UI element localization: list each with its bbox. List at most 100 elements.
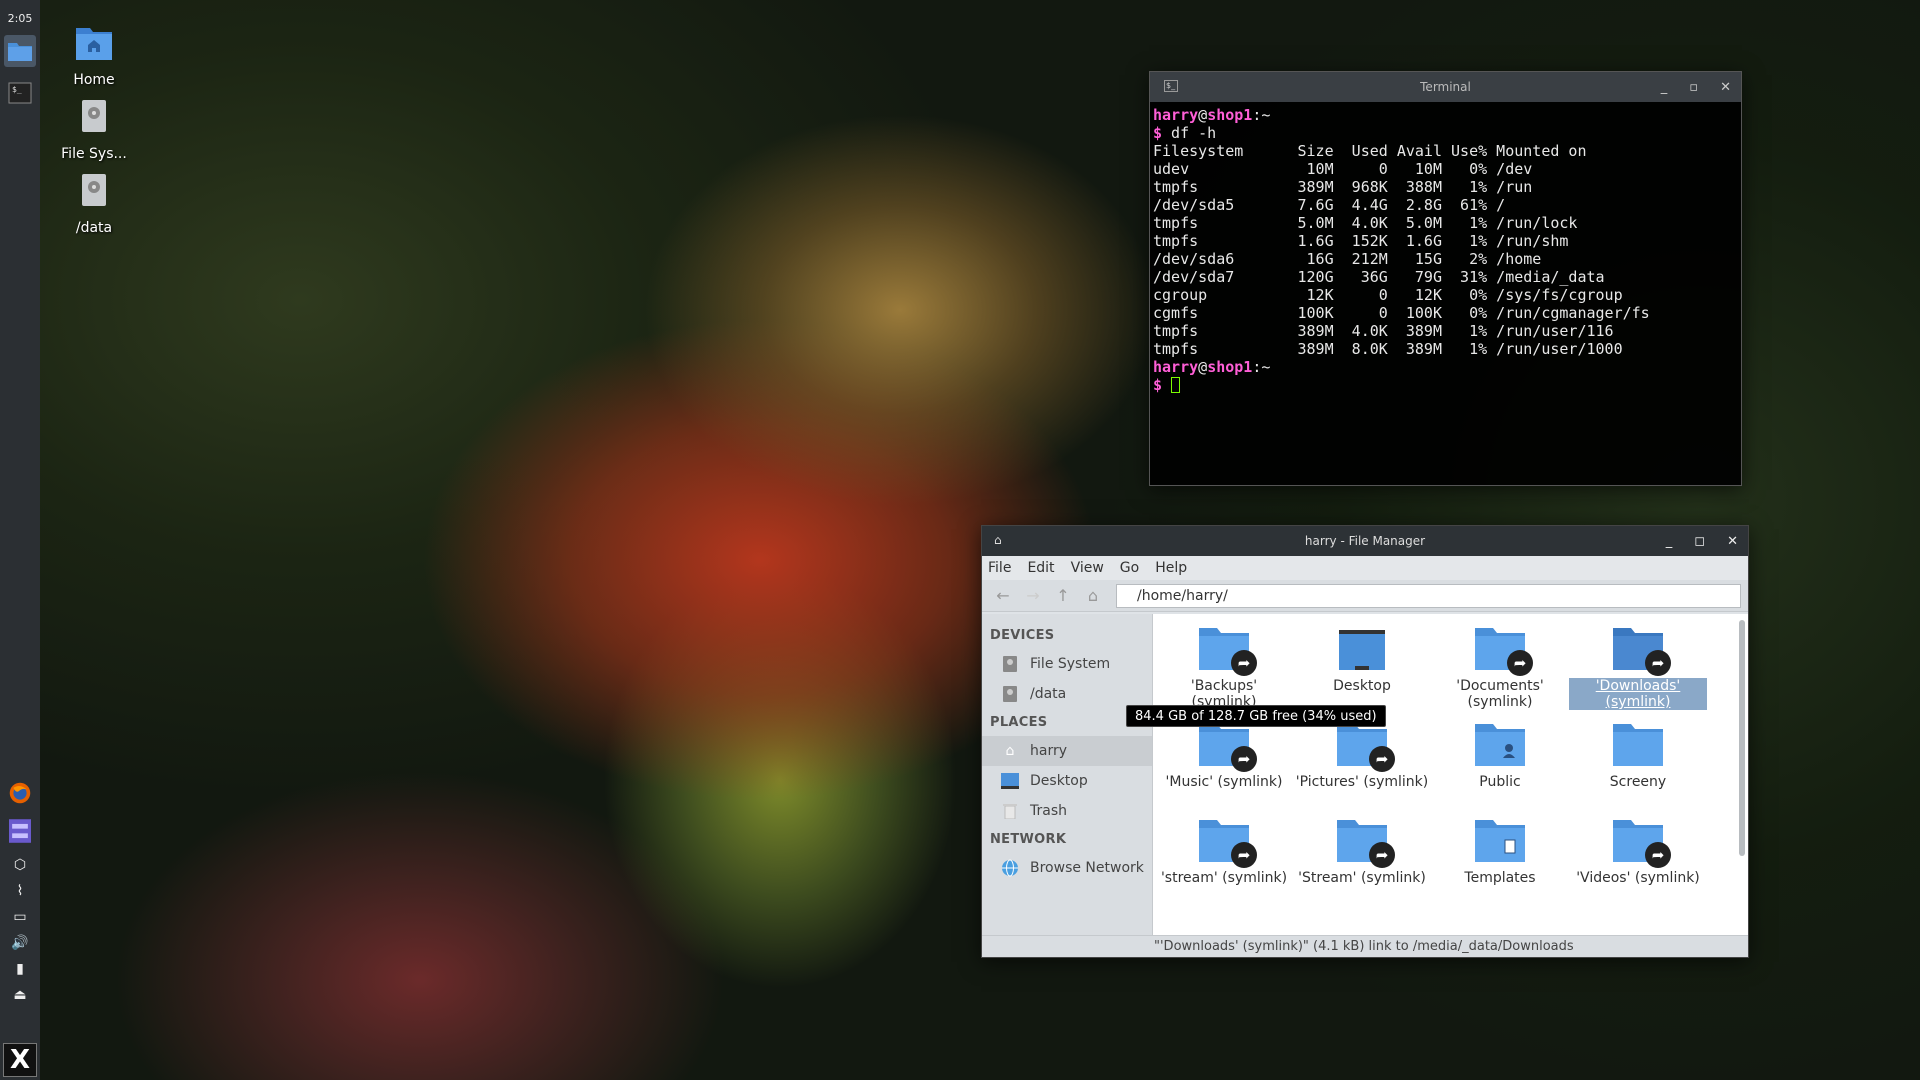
volume-icon[interactable]: 🔊 (9, 932, 31, 954)
file-item-label: Screeny (1609, 774, 1667, 790)
x-logo-icon: X (9, 1045, 31, 1075)
taskbar-terminal-button[interactable]: $_ (4, 77, 36, 109)
prompt-host: shop1 (1207, 358, 1253, 376)
minimize-icon[interactable]: _ (1661, 80, 1668, 95)
forward-button[interactable]: → (1018, 582, 1048, 610)
symlink-arrow-icon: ➦ (1507, 650, 1533, 676)
file-item[interactable]: Templates (1431, 816, 1569, 912)
file-item-label: Desktop (1333, 678, 1391, 694)
folder-icon (1339, 630, 1385, 670)
file-item[interactable]: ➦ 'Stream' (symlink) (1293, 816, 1431, 912)
output-row: tmpfs 5.0M 4.0K 5.0M 1% /run/lock (1153, 214, 1578, 232)
file-item[interactable]: ➦ 'Videos' (symlink) (1569, 816, 1707, 912)
up-button[interactable]: ↑ (1048, 582, 1078, 610)
back-button[interactable]: ← (988, 582, 1018, 610)
output-row: /dev/sda7 120G 36G 79G 31% /media/_data (1153, 268, 1605, 286)
maximize-icon[interactable]: ▫ (1689, 80, 1698, 95)
desktop-icon (1000, 771, 1020, 791)
file-view[interactable]: ➦ 'Backups' (symlink) Desktop ➦ 'Documents' … (1153, 614, 1748, 935)
firefox-icon[interactable] (9, 782, 31, 804)
terminal-icon: $_ (1164, 80, 1178, 92)
file-manager-titlebar[interactable]: ⌂ harry - File Manager _ ◻ ✕ (982, 526, 1748, 556)
sidebar-item-desktop[interactable]: Desktop (982, 766, 1152, 796)
sidebar-item-harry[interactable]: ⌂ harry (982, 736, 1152, 766)
sidebar-item-label: Trash (1030, 803, 1067, 819)
file-item[interactable]: Public (1431, 720, 1569, 816)
output-header: Filesystem Size Used Avail Use% Mounted … (1153, 142, 1587, 160)
menu-file[interactable]: File (988, 560, 1011, 576)
output-row: /dev/sda5 7.6G 4.4G 2.8G 61% / (1153, 196, 1506, 214)
desktop-icon-data[interactable]: /data (40, 172, 148, 236)
output-row: cgmfs 100K 0 100K 0% /run/cgmanager/fs (1153, 304, 1650, 322)
close-icon[interactable]: ✕ (1720, 80, 1731, 95)
home-icon: ⌂ (1005, 743, 1015, 759)
file-item-label: 'Stream' (symlink) (1298, 870, 1426, 886)
window-icon[interactable]: ▭ (9, 906, 31, 928)
prompt-user: harry (1153, 358, 1199, 376)
desktop-icon-home[interactable]: Home (40, 24, 148, 88)
file-item[interactable]: ➦ 'stream' (symlink) (1155, 816, 1293, 912)
prompt-dollar: $ (1153, 124, 1163, 142)
menu-go[interactable]: Go (1120, 560, 1139, 576)
scrollbar[interactable] (1739, 620, 1745, 856)
home-button[interactable]: ⌂ (1078, 582, 1108, 610)
file-item[interactable]: ➦ 'Pictures' (symlink) (1293, 720, 1431, 816)
folder-icon (8, 43, 32, 61)
window-title: harry - File Manager (1304, 534, 1426, 548)
sidebar-item-file-system[interactable]: File System (982, 649, 1152, 679)
menu-help[interactable]: Help (1155, 560, 1187, 576)
eject-icon[interactable]: ⏏ (9, 984, 31, 1006)
menu-edit[interactable]: Edit (1027, 560, 1054, 576)
file-item-label: Templates (1464, 870, 1536, 886)
file-item[interactable]: ➦ 'Downloads' (symlink) (1569, 624, 1707, 720)
folder-icon (1475, 820, 1525, 862)
location-bar[interactable]: /home/harry/ (1116, 583, 1741, 608)
drive-icon (82, 100, 106, 132)
drive-icon (1000, 684, 1020, 704)
home-icon: ⌂ (994, 533, 1002, 547)
sidebar-item-trash[interactable]: Trash (982, 796, 1152, 826)
window-title: Terminal (1420, 80, 1471, 94)
text-cursor (1171, 377, 1181, 393)
folder-icon (1613, 724, 1663, 766)
desktop-icon-label: /data (75, 220, 113, 236)
minimize-icon[interactable]: _ (1666, 534, 1673, 549)
prompt-path: :~ (1252, 106, 1271, 124)
sidebar: DEVICES File System /data PLACES ⌂ harry… (982, 614, 1153, 935)
prompt-at: @ (1198, 358, 1208, 376)
home-icon: ⌂ (1087, 586, 1099, 605)
sidebar-item-label: Browse Network (1030, 860, 1144, 876)
arrow-left-icon: ← (996, 586, 1010, 605)
desktop-icon-filesystem[interactable]: File Sys... (40, 98, 148, 162)
file-item[interactable]: Screeny (1569, 720, 1707, 816)
terminal-window[interactable]: $_ Terminal _ ▫ ✕ harry@shop1:~ $ df -h … (1149, 71, 1742, 486)
taskbar-file-manager-button[interactable] (4, 35, 36, 67)
folder-icon (1475, 724, 1525, 766)
menu-view[interactable]: View (1071, 560, 1104, 576)
globe-icon (1000, 858, 1020, 878)
paperclip-icon[interactable]: ⌇ (9, 880, 31, 902)
prompt-at: @ (1198, 106, 1208, 124)
terminal-output[interactable]: harry@shop1:~ $ df -h Filesystem Size Us… (1150, 102, 1741, 398)
sidebar-item-browse-network[interactable]: Browse Network (982, 853, 1152, 883)
file-item-label: 'Videos' (symlink) (1576, 870, 1700, 886)
whisker-menu-button[interactable]: X (3, 1043, 37, 1077)
workspace-switcher-icon[interactable] (9, 819, 31, 843)
output-row: /dev/sda6 16G 212M 15G 2% /home (1153, 250, 1542, 268)
file-item[interactable]: ➦ 'Music' (symlink) (1155, 720, 1293, 816)
terminal-titlebar[interactable]: $_ Terminal _ ▫ ✕ (1150, 72, 1741, 102)
file-manager-window[interactable]: ⌂ harry - File Manager _ ◻ ✕ File Edit V… (981, 525, 1749, 958)
prompt-host: shop1 (1207, 106, 1253, 124)
drive-icon (82, 174, 106, 206)
folder-home-icon (76, 28, 112, 60)
battery-icon[interactable]: ▮ (9, 958, 31, 980)
menubar: File Edit View Go Help (982, 556, 1748, 580)
file-item[interactable]: ➦ 'Documents' (symlink) (1431, 624, 1569, 720)
maximize-icon[interactable]: ◻ (1694, 534, 1705, 549)
close-icon[interactable]: ✕ (1727, 534, 1738, 549)
clock[interactable]: 2:05 (8, 12, 33, 25)
output-row: tmpfs 389M 8.0K 389M 1% /run/user/1000 (1153, 340, 1623, 358)
file-item-label: 'Music' (symlink) (1165, 774, 1283, 790)
package-icon[interactable]: ⬡ (9, 854, 31, 876)
status-bar: "'Downloads' (symlink)" (4.1 kB) link to… (982, 935, 1748, 957)
